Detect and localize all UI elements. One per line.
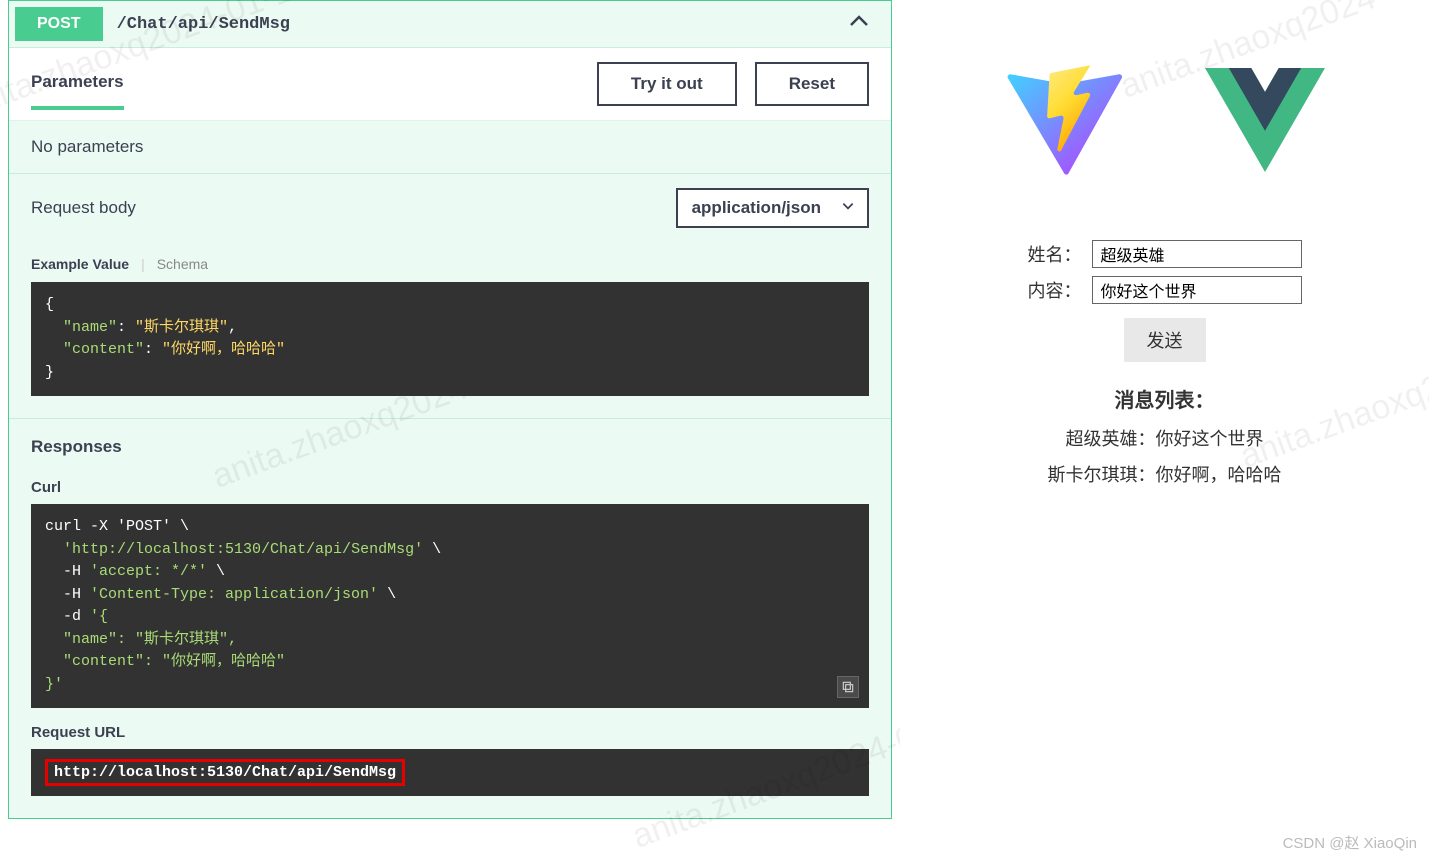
message-item: 斯卡尔琪琪：你好啊，哈哈哈 — [1048, 461, 1282, 487]
tab-schema[interactable]: Schema — [157, 256, 208, 272]
request-url-value: http://localhost:5130/Chat/api/SendMsg — [45, 759, 405, 786]
swagger-opblock: POST /Chat/api/SendMsg Parameters Try it… — [8, 0, 892, 819]
copy-icon[interactable] — [837, 676, 859, 698]
example-json-block[interactable]: { "name": "斯卡尔琪琪", "content": "你好啊，哈哈哈" … — [31, 282, 869, 396]
curl-title: Curl — [31, 479, 869, 496]
request-body-header: Request body application/json — [9, 173, 891, 242]
vite-logo-icon — [1005, 60, 1125, 180]
message-list-title: 消息列表： — [1115, 384, 1215, 413]
no-parameters-text: No parameters — [9, 121, 891, 173]
tab-parameters[interactable]: Parameters — [31, 72, 124, 110]
name-row: 姓名： — [1028, 240, 1302, 268]
responses-title: Responses — [31, 437, 122, 456]
parameters-header: Parameters Try it out Reset — [9, 47, 891, 121]
try-it-out-button[interactable]: Try it out — [597, 62, 737, 106]
vue-logo-icon — [1205, 60, 1325, 180]
csdn-watermark: CSDN @赵 XiaoQin — [1283, 832, 1417, 853]
method-badge: POST — [15, 7, 103, 41]
content-row: 内容： — [1028, 276, 1302, 304]
content-type-value: application/json — [692, 198, 821, 218]
content-label: 内容： — [1028, 277, 1082, 303]
tab-example-value[interactable]: Example Value — [31, 256, 129, 272]
message-item: 超级英雄：你好这个世界 — [1066, 425, 1264, 451]
reset-button[interactable]: Reset — [755, 62, 869, 106]
watermark-text: anita.zhaoxq2024-01-12 15:03 — [1235, 282, 1429, 476]
chevron-down-icon — [841, 198, 855, 218]
request-body-title: Request body — [31, 198, 136, 218]
responses-header: Responses — [9, 418, 891, 475]
request-url-block[interactable]: http://localhost:5130/Chat/api/SendMsg — [31, 749, 869, 796]
swagger-panel: anita.zhaoxq2024-01-12 15:03 anita.zhaox… — [0, 0, 900, 861]
curl-section: Curl curl -X 'POST' \ 'http://localhost:… — [9, 475, 891, 818]
name-input[interactable] — [1092, 240, 1302, 268]
opblock-summary[interactable]: POST /Chat/api/SendMsg — [9, 1, 891, 47]
request-url-title: Request URL — [31, 724, 869, 741]
curl-code-block[interactable]: curl -X 'POST' \ 'http://localhost:5130/… — [31, 504, 869, 708]
app-panel: anita.zhaoxq2024-01-12 15:03 anita.zhaox… — [900, 0, 1429, 861]
send-button[interactable]: 发送 — [1124, 318, 1206, 362]
tab-divider: | — [141, 256, 145, 272]
content-type-select[interactable]: application/json — [676, 188, 869, 228]
chevron-up-icon[interactable] — [847, 10, 871, 39]
api-path: /Chat/api/SendMsg — [117, 15, 847, 34]
logos-row — [1005, 60, 1325, 180]
name-label: 姓名： — [1028, 241, 1082, 267]
example-section: Example Value | Schema { "name": "斯卡尔琪琪"… — [9, 242, 891, 418]
content-input[interactable] — [1092, 276, 1302, 304]
